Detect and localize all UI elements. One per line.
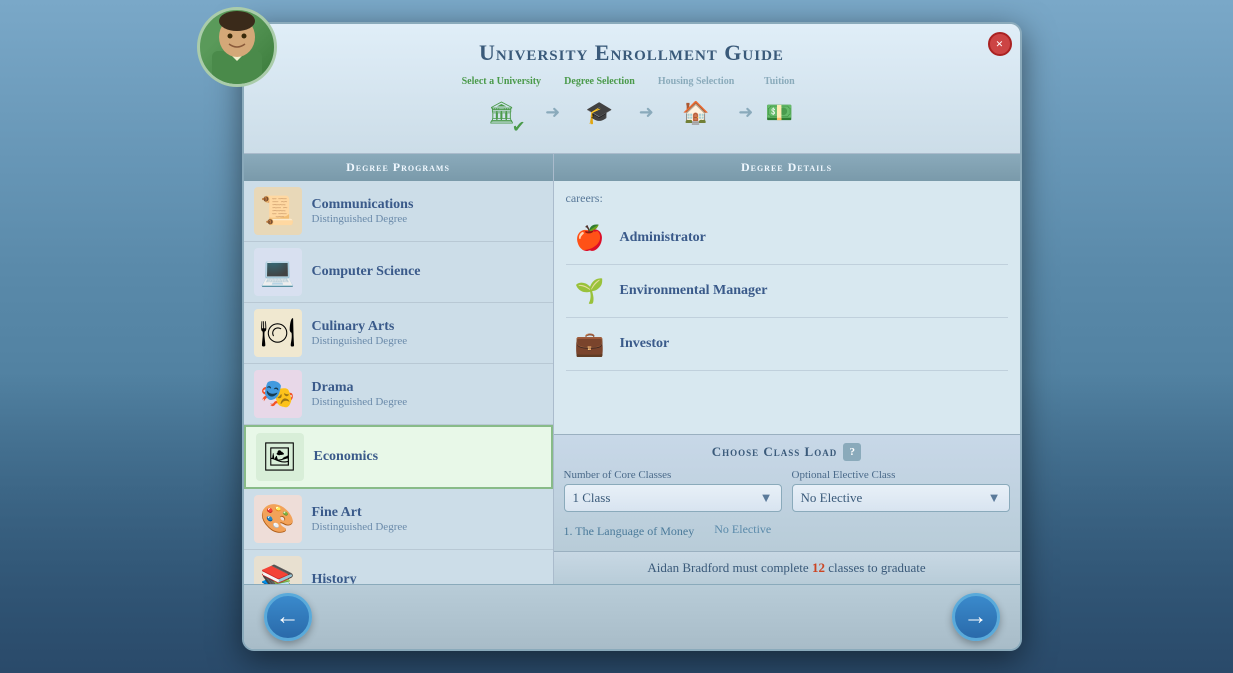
arrow-1: ➜ — [545, 88, 560, 123]
graduation-requirement: Aidan Bradford must complete 12 classes … — [554, 551, 1020, 584]
degree-item-computer-science[interactable]: 💻 Computer Science — [244, 242, 553, 303]
computer-science-name: Computer Science — [312, 264, 421, 280]
culinary-arts-icon: 🍽 — [254, 309, 302, 357]
arrow-3: ➜ — [738, 88, 753, 123]
degree-details-header: Degree Details — [554, 154, 1020, 181]
step-2-label: Degree Selection — [564, 76, 635, 87]
environmental-manager-icon: 🌱 — [570, 271, 610, 311]
computer-science-text: Computer Science — [312, 264, 421, 280]
core-classes-dropdown[interactable]: 1 Class ▼ — [564, 484, 782, 512]
degree-item-culinary-arts[interactable]: 🍽 Culinary Arts Distinguished Degree — [244, 303, 553, 364]
core-classes-chevron-icon: ▼ — [760, 490, 773, 506]
administrator-icon: 🍎 — [570, 218, 610, 258]
career-item-environmental-manager: 🌱 Environmental Manager — [566, 265, 1008, 318]
close-button[interactable]: × — [988, 32, 1012, 56]
step-3-label: Housing Selection — [658, 76, 734, 87]
elective-class-list: No Elective — [714, 520, 771, 543]
graduation-count: 12 — [812, 560, 825, 575]
culinary-arts-sub: Distinguished Degree — [312, 335, 408, 347]
degree-programs-header: Degree Programs — [244, 154, 553, 181]
class-load-header: Choose Class Load ? — [564, 443, 1010, 461]
degree-list: 📜 Communications Distinguished Degree 💻 … — [244, 181, 553, 584]
footer-text-before: Aidan Bradford must complete — [647, 560, 812, 575]
culinary-arts-name: Culinary Arts — [312, 319, 408, 335]
careers-label: careers: — [566, 191, 1008, 206]
arrow-2: ➜ — [639, 88, 654, 123]
fine-art-name: Fine Art — [312, 505, 408, 521]
degree-programs-panel: Degree Programs 📜 Communications Disting… — [244, 154, 554, 584]
fine-art-sub: Distinguished Degree — [312, 521, 408, 533]
modal-body: Degree Programs 📜 Communications Disting… — [244, 154, 1020, 584]
step-1-check: ✔ — [512, 117, 525, 137]
class-load-section: Choose Class Load ? Number of Core Class… — [554, 434, 1020, 551]
step-indicator: Select a University 🏛 ✔ ➜ Degree Selecti… — [264, 76, 1000, 143]
history-text: History — [312, 572, 357, 584]
fine-art-text: Fine Art Distinguished Degree — [312, 505, 408, 533]
culinary-arts-text: Culinary Arts Distinguished Degree — [312, 319, 408, 347]
elective-item-1: No Elective — [714, 522, 771, 537]
investor-name: Investor — [620, 336, 670, 352]
step-housing-selection[interactable]: Housing Selection 🏠 — [658, 76, 734, 135]
core-classes-label: Number of Core Classes — [564, 469, 782, 481]
help-button[interactable]: ? — [843, 443, 861, 461]
communications-sub: Distinguished Degree — [312, 213, 414, 225]
next-button[interactable]: → — [952, 593, 1000, 641]
career-item-investor: 💼 Investor — [566, 318, 1008, 371]
core-class-list: 1. The Language of Money — [564, 520, 695, 543]
step-4-icon: 💵 — [757, 91, 801, 135]
degree-item-fine-art[interactable]: 🎨 Fine Art Distinguished Degree — [244, 489, 553, 550]
class-number: 1. — [564, 524, 576, 538]
back-button[interactable]: ← — [264, 593, 312, 641]
nav-buttons: ← → — [244, 584, 1020, 649]
core-classes-value: 1 Class — [573, 490, 611, 506]
investor-icon: 💼 — [570, 324, 610, 364]
degree-details-panel: Degree Details careers: 🍎 Administrator … — [554, 154, 1020, 584]
degree-item-communications[interactable]: 📜 Communications Distinguished Degree — [244, 181, 553, 242]
communications-name: Communications — [312, 197, 414, 213]
step-2-icon: 🎓 — [577, 91, 621, 135]
drama-sub: Distinguished Degree — [312, 396, 408, 408]
fine-art-icon: 🎨 — [254, 495, 302, 543]
communications-icon: 📜 — [254, 187, 302, 235]
footer-text-after: classes to graduate — [825, 560, 926, 575]
modal-header: University Enrollment Guide Select a Uni… — [244, 24, 1020, 154]
class-name: The Language of Money — [575, 524, 694, 538]
elective-class-label: Optional Elective Class — [792, 469, 1010, 481]
drama-text: Drama Distinguished Degree — [312, 380, 408, 408]
communications-text: Communications Distinguished Degree — [312, 197, 414, 225]
step-4-label: Tuition — [764, 76, 795, 87]
history-name: History — [312, 572, 357, 584]
history-icon: 📚 — [254, 556, 302, 584]
economics-text: Economics — [314, 449, 379, 465]
step-tuition[interactable]: Tuition 💵 — [757, 76, 801, 135]
degree-item-drama[interactable]: 🎭 Drama Distinguished Degree — [244, 364, 553, 425]
avatar — [197, 7, 277, 87]
careers-section: careers: 🍎 Administrator 🌱 Environmental… — [554, 181, 1020, 434]
step-degree-selection[interactable]: Degree Selection 🎓 — [564, 76, 635, 135]
step-1-label: Select a University — [462, 76, 541, 87]
step-select-university[interactable]: Select a University 🏛 ✔ — [462, 76, 541, 135]
modal-title: University Enrollment Guide — [264, 40, 1000, 66]
career-item-administrator: 🍎 Administrator — [566, 212, 1008, 265]
elective-class-dropdown[interactable]: No Elective ▼ — [792, 484, 1010, 512]
class-load-selectors: Number of Core Classes 1 Class ▼ Optiona… — [564, 469, 1010, 512]
elective-class-group: Optional Elective Class No Elective ▼ — [792, 469, 1010, 512]
computer-science-icon: 💻 — [254, 248, 302, 296]
core-classes-group: Number of Core Classes 1 Class ▼ — [564, 469, 782, 512]
degree-item-history[interactable]: 📚 History — [244, 550, 553, 584]
administrator-name: Administrator — [620, 230, 706, 246]
economics-name: Economics — [314, 449, 379, 465]
drama-icon: 🎭 — [254, 370, 302, 418]
economics-icon: 🖼 — [256, 433, 304, 481]
class-load-title: Choose Class Load — [712, 444, 837, 460]
environmental-manager-name: Environmental Manager — [620, 283, 768, 299]
degree-item-economics[interactable]: 🖼 Economics — [244, 425, 553, 489]
step-1-icon-wrap: 🏛 ✔ — [479, 91, 523, 135]
elective-class-chevron-icon: ▼ — [988, 490, 1001, 506]
elective-class-value: No Elective — [801, 490, 863, 506]
drama-name: Drama — [312, 380, 408, 396]
step-3-icon: 🏠 — [674, 91, 718, 135]
enrollment-modal: × University Enrollment Guide Select a U… — [242, 22, 1022, 651]
class-list-item-1: 1. The Language of Money — [564, 522, 695, 541]
